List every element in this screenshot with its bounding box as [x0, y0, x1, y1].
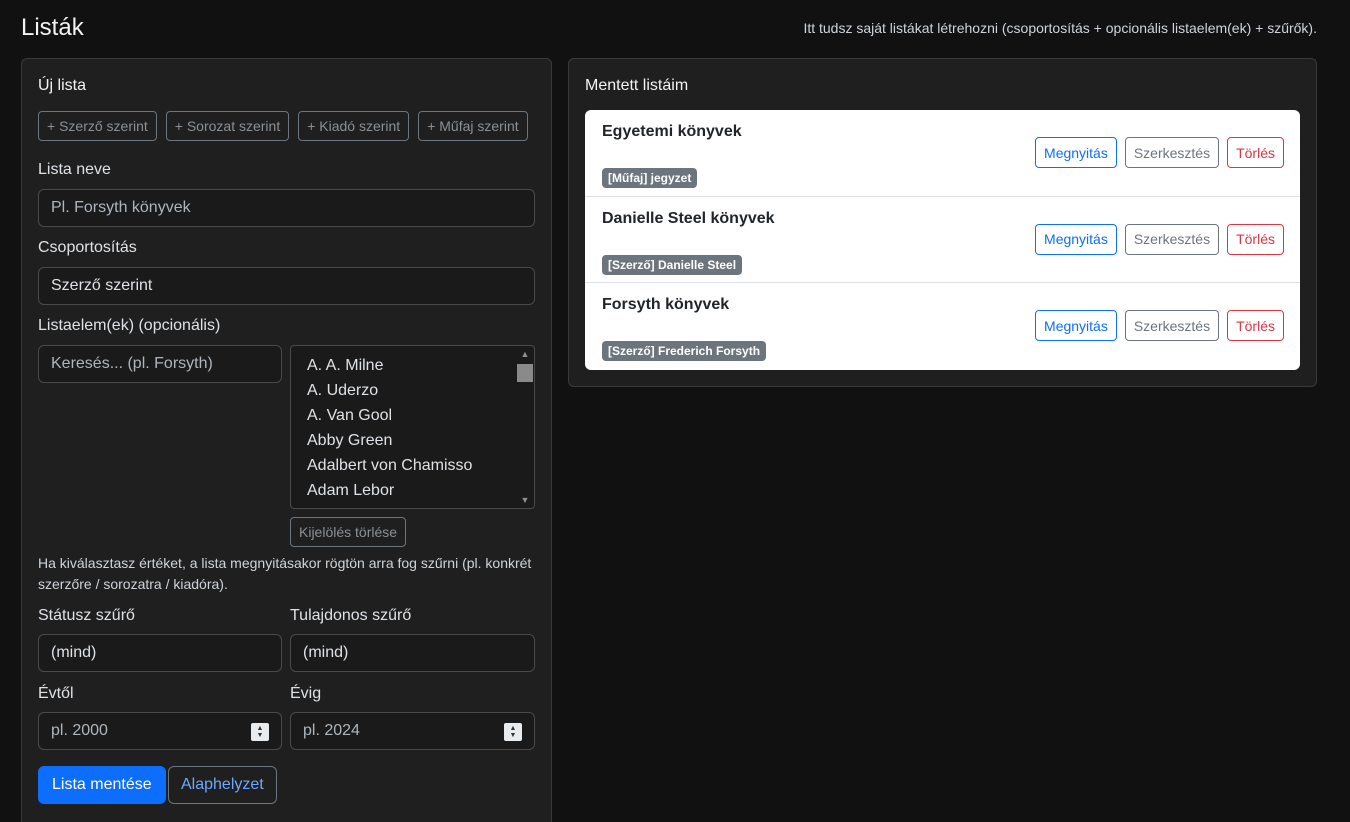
year-from-label: Évtől — [38, 685, 74, 702]
new-list-title: Új lista — [38, 77, 87, 94]
list-item[interactable]: Adam Lebor — [291, 478, 534, 503]
new-list-card: Új lista + Szerző szerint + Sorozat szer… — [21, 58, 552, 822]
list-name-placeholder: Pl. Forsyth könyvek — [51, 199, 191, 216]
delete-button[interactable]: Törlés — [1227, 310, 1284, 341]
open-button[interactable]: Megnyitás — [1035, 137, 1117, 168]
page-title: Listák — [21, 14, 84, 41]
save-list-button[interactable]: Lista mentése — [38, 766, 166, 804]
list-items-listbox[interactable]: A. A. Milne A. Uderzo A. Van Gool Abby G… — [290, 345, 535, 509]
year-to-spinner-icon[interactable]: ▲ ▼ — [504, 723, 522, 741]
list-name-input[interactable]: Pl. Forsyth könyvek — [38, 189, 535, 227]
scroll-up-icon[interactable]: ▲ — [517, 347, 533, 361]
status-filter-value: (mind) — [51, 644, 97, 661]
scroll-thumb[interactable] — [517, 364, 533, 382]
saved-list-row: Egyetemi könyvek [Műfaj] jegyzet Megnyit… — [585, 110, 1300, 197]
status-filter-label: Státusz szűrő — [38, 607, 135, 624]
grouping-label: Csoportosítás — [38, 239, 137, 256]
clear-selection-button[interactable]: Kijelölés törlése — [290, 517, 407, 547]
year-from-input[interactable]: pl. 2000 ▲ ▼ — [38, 712, 282, 750]
year-from-placeholder: pl. 2000 — [51, 722, 108, 739]
chip-publisher[interactable]: + Kiadó szerint — [298, 111, 410, 141]
saved-list-name: Egyetemi könyvek — [602, 123, 742, 140]
year-to-input[interactable]: pl. 2024 ▲ ▼ — [290, 712, 535, 750]
saved-list-badge: [Műfaj] jegyzet — [602, 168, 698, 188]
list-item[interactable]: Abby Green — [291, 428, 534, 453]
grouping-select[interactable]: Szerző szerint — [38, 267, 535, 305]
year-to-label: Évig — [290, 685, 322, 702]
delete-button[interactable]: Törlés — [1227, 137, 1284, 168]
saved-list-badge: [Szerző] Frederich Forsyth — [602, 341, 767, 361]
saved-list-row: Forsyth könyvek [Szerző] Frederich Forsy… — [585, 283, 1300, 370]
year-to-placeholder: pl. 2024 — [303, 722, 360, 739]
status-filter-select[interactable]: (mind) — [38, 634, 282, 672]
grouping-value: Szerző szerint — [51, 277, 153, 294]
owner-filter-select[interactable]: (mind) — [290, 634, 535, 672]
list-items-label: Listaelem(ek) (opcionális) — [38, 317, 221, 334]
listbox-scrollbar[interactable]: ▲ ▼ — [517, 347, 533, 507]
edit-button[interactable]: Szerkesztés — [1124, 137, 1220, 168]
open-button[interactable]: Megnyitás — [1035, 223, 1117, 255]
list-items-search-placeholder: Keresés... (pl. Forsyth) — [51, 355, 213, 372]
saved-list-row: Danielle Steel könyvek [Szerző] Danielle… — [585, 197, 1300, 283]
chip-series[interactable]: + Sorozat szerint — [165, 111, 290, 141]
saved-lists-group: Egyetemi könyvek [Műfaj] jegyzet Megnyit… — [585, 110, 1300, 370]
quick-grouping-chips: + Szerző szerint + Sorozat szerint + Kia… — [38, 111, 528, 141]
saved-list-name: Danielle Steel könyvek — [602, 209, 775, 227]
list-name-label: Lista neve — [38, 161, 111, 178]
list-item[interactable]: A. A. Milne — [291, 353, 534, 378]
saved-lists-card: Mentett listáim Egyetemi könyvek [Műfaj]… — [568, 58, 1317, 387]
saved-lists-title: Mentett listáim — [585, 77, 689, 94]
list-item[interactable]: Adalbert von Chamisso — [291, 453, 534, 478]
selection-help-text: Ha kiválasztasz értéket, a lista megnyit… — [38, 555, 532, 592]
saved-list-badge: [Szerző] Danielle Steel — [602, 254, 743, 275]
delete-button[interactable]: Törlés — [1227, 223, 1284, 255]
edit-button[interactable]: Szerkesztés — [1124, 223, 1220, 255]
edit-button[interactable]: Szerkesztés — [1124, 310, 1220, 341]
list-items-search-input[interactable]: Keresés... (pl. Forsyth) — [38, 345, 282, 383]
scroll-down-icon[interactable]: ▼ — [517, 493, 533, 507]
year-from-spinner-icon[interactable]: ▲ ▼ — [251, 723, 269, 741]
list-item[interactable]: A. Van Gool — [291, 403, 534, 428]
chip-genre[interactable]: + Műfaj szerint — [418, 111, 528, 141]
list-item[interactable]: A. Uderzo — [291, 378, 534, 403]
reset-button[interactable]: Alaphelyzet — [168, 766, 277, 804]
open-button[interactable]: Megnyitás — [1035, 310, 1117, 341]
saved-list-name: Forsyth könyvek — [602, 296, 730, 313]
chip-author[interactable]: + Szerző szerint — [38, 111, 157, 141]
page-hint: Itt tudsz saját listákat létrehozni (cso… — [803, 20, 1317, 36]
owner-filter-label: Tulajdonos szűrő — [290, 607, 412, 624]
owner-filter-value: (mind) — [303, 644, 349, 661]
